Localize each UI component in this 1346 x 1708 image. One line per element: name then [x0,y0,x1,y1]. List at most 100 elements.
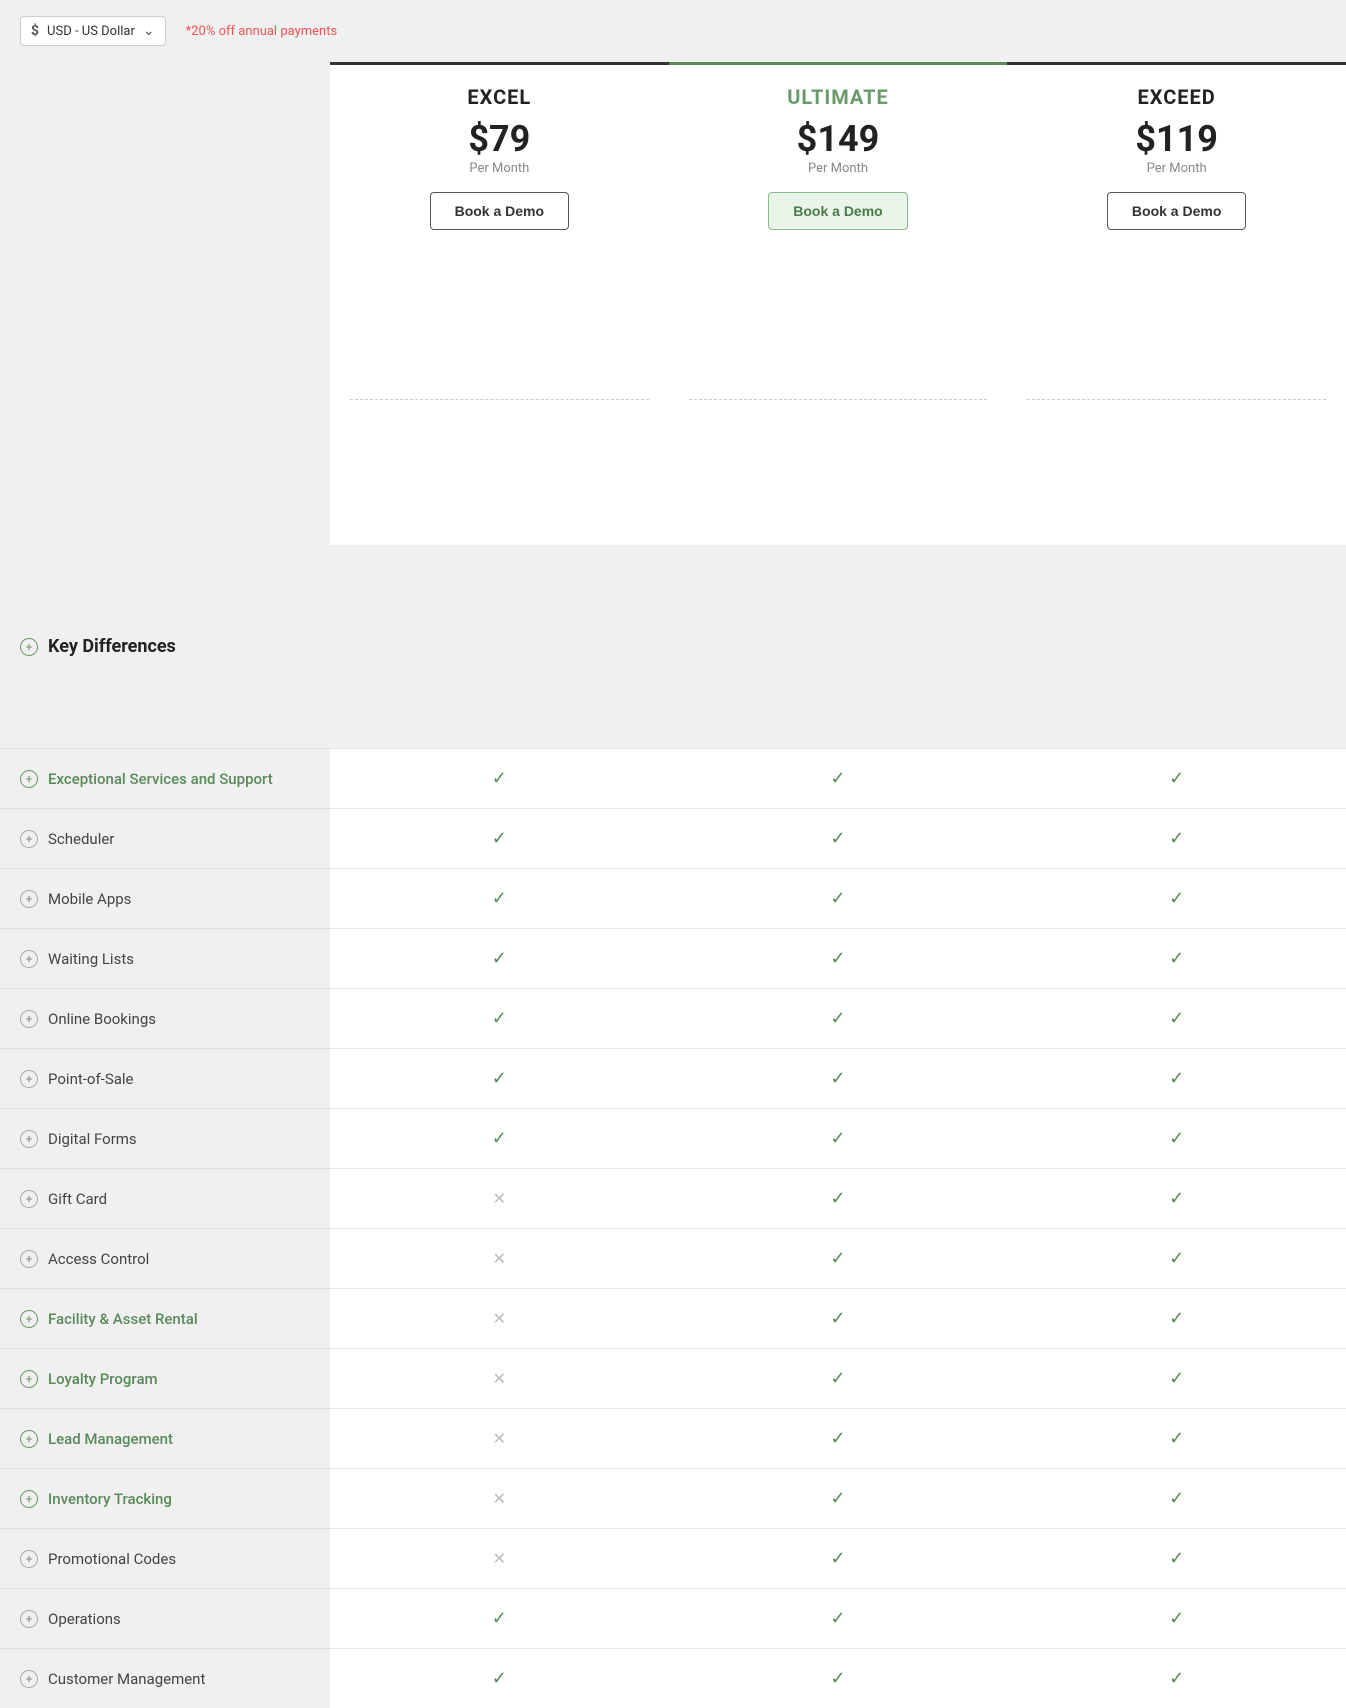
feature-plus-icon-1[interactable]: + [20,830,38,848]
page-wrapper: $ USD - US Dollar ⌄ *20% off annual paym… [0,0,1346,1708]
feature-excel-3: ✓ [330,928,669,988]
period-exceed: Per Month [1017,161,1336,176]
feature-exceed-9: ✓ [1007,1288,1346,1348]
feature-excel-0: ✓ [330,748,669,808]
check-icon: ✓ [1169,1188,1184,1209]
check-icon: ✓ [492,1608,507,1629]
feature-excel-7: ✕ [330,1168,669,1228]
feature-label-10: + Loyalty Program [0,1348,330,1408]
divider-excel [330,391,669,546]
feature-plus-icon-15[interactable]: + [20,1670,38,1688]
feature-label-15: +Customer Management [0,1648,330,1708]
feature-label-2: +Mobile Apps [0,868,330,928]
feature-plus-icon-2[interactable]: + [20,890,38,908]
discount-note: *20% off annual payments [186,24,338,39]
check-icon: ✓ [830,888,845,909]
divider-ultimate [669,391,1008,546]
feature-plus-icon-6[interactable]: + [20,1130,38,1148]
feature-label-6: + Digital Forms [0,1108,330,1168]
book-demo-exceed[interactable]: Book a Demo [1107,192,1246,230]
feature-excel-4: ✓ [330,988,669,1048]
x-icon: ✕ [493,1549,506,1568]
feature-plus-icon-11[interactable]: + [20,1430,38,1448]
key-diff-header-excel [330,545,669,748]
feature-ultimate-10: ✓ [669,1348,1008,1408]
feature-label-12: +Inventory Tracking [0,1468,330,1528]
feature-exceed-8: ✓ [1007,1228,1346,1288]
feature-name-13: Promotional Codes [48,1550,176,1568]
feature-label-11: +Lead Management [0,1408,330,1468]
feature-exceed-14: ✓ [1007,1588,1346,1648]
feature-exceed-3: ✓ [1007,928,1346,988]
feature-ultimate-9: ✓ [669,1288,1008,1348]
key-differences-label: + Key Differences [0,545,330,748]
x-icon: ✕ [493,1369,506,1388]
check-icon: ✓ [492,1008,507,1029]
check-icon: ✓ [1169,1308,1184,1329]
feature-plus-icon-4[interactable]: + [20,1010,38,1028]
check-icon: ✓ [492,888,507,909]
check-icon: ✓ [1169,948,1184,969]
feature-ultimate-7: ✓ [669,1168,1008,1228]
plan-header-excel: EXCEL $79 Per Month Book a Demo [330,62,669,391]
check-icon: ✓ [1169,1488,1184,1509]
x-icon: ✕ [493,1309,506,1328]
feature-plus-icon-5[interactable]: + [20,1070,38,1088]
feature-excel-15: ✓ [330,1648,669,1708]
plan-name-ultimate: ULTIMATE [679,85,998,109]
feature-label-7: + Gift Card [0,1168,330,1228]
price-excel: $79 [340,121,659,157]
top-bar: $ USD - US Dollar ⌄ *20% off annual paym… [0,0,1346,62]
feature-plus-icon-9[interactable]: + [20,1310,38,1328]
feature-label-0: +Exceptional Services and Support [0,748,330,808]
currency-symbol: $ [31,23,39,39]
check-icon: ✓ [1169,1068,1184,1089]
x-icon: ✕ [493,1189,506,1208]
feature-ultimate-12: ✓ [669,1468,1008,1528]
feature-plus-icon-12[interactable]: + [20,1490,38,1508]
feature-ultimate-5: ✓ [669,1048,1008,1108]
period-excel: Per Month [340,161,659,176]
check-icon: ✓ [1169,1548,1184,1569]
feature-ultimate-3: ✓ [669,928,1008,988]
check-icon: ✓ [492,948,507,969]
feature-plus-icon-13[interactable]: + [20,1550,38,1568]
check-icon: ✓ [492,1668,507,1689]
feature-ultimate-8: ✓ [669,1228,1008,1288]
feature-plus-icon-10[interactable]: + [20,1370,38,1388]
feature-plus-icon-14[interactable]: + [20,1610,38,1628]
check-icon: ✓ [830,828,845,849]
features-container: +Exceptional Services and Support✓✓✓+Sch… [0,748,1346,1708]
feature-label-4: +Online Bookings [0,988,330,1048]
check-icon: ✓ [1169,828,1184,849]
feature-exceed-5: ✓ [1007,1048,1346,1108]
feature-name-10: Loyalty Program [48,1370,158,1388]
book-demo-excel[interactable]: Book a Demo [430,192,569,230]
divider-exceed [1007,391,1346,546]
feature-plus-icon-0[interactable]: + [20,770,38,788]
feature-excel-5: ✓ [330,1048,669,1108]
feature-plus-icon-3[interactable]: + [20,950,38,968]
book-demo-ultimate[interactable]: Book a Demo [768,192,907,230]
check-icon: ✓ [830,768,845,789]
check-icon: ✓ [492,1128,507,1149]
check-icon: ✓ [830,1308,845,1329]
feature-exceed-2: ✓ [1007,868,1346,928]
feature-plus-icon-8[interactable]: + [20,1250,38,1268]
x-icon: ✕ [493,1249,506,1268]
feature-excel-9: ✕ [330,1288,669,1348]
plan-header-exceed: EXCEED $119 Per Month Book a Demo [1007,62,1346,391]
price-exceed: $119 [1017,121,1336,157]
feature-plus-icon-7[interactable]: + [20,1190,38,1208]
feature-name-9: Facility & Asset Rental [48,1310,198,1328]
feature-name-7: Gift Card [48,1190,107,1208]
currency-selector[interactable]: $ USD - US Dollar ⌄ [20,16,166,46]
feature-label-1: +Scheduler [0,808,330,868]
check-icon: ✓ [1169,1428,1184,1449]
feature-name-6: Digital Forms [48,1130,137,1148]
key-diff-plus-icon[interactable]: + [20,638,38,656]
feature-excel-12: ✕ [330,1468,669,1528]
feature-exceed-10: ✓ [1007,1348,1346,1408]
currency-text: USD - US Dollar [47,24,135,39]
feature-exceed-13: ✓ [1007,1528,1346,1588]
